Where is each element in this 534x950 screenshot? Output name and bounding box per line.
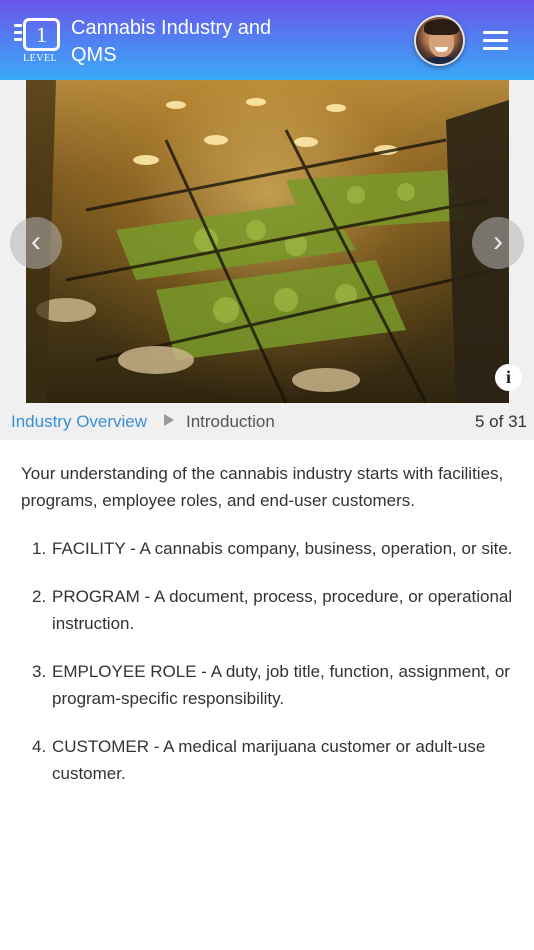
page-counter: 5 of 31 xyxy=(475,412,527,431)
chevron-left-icon[interactable]: ‹ xyxy=(10,217,62,269)
breadcrumb-current: Introduction xyxy=(186,412,275,431)
info-icon[interactable]: i xyxy=(495,364,522,391)
list-item: 1. FACILITY - A cannabis company, busine… xyxy=(21,535,516,562)
list-item-text: FACILITY - A cannabis company, business,… xyxy=(52,539,513,558)
user-avatar[interactable] xyxy=(414,15,465,66)
breadcrumb: Industry Overview Introduction 5 of 31 xyxy=(0,403,534,440)
list-item-number: 2. xyxy=(32,587,47,606)
list-item-number: 3. xyxy=(32,662,47,681)
list-item-text: EMPLOYEE ROLE - A duty, job title, funct… xyxy=(52,662,510,708)
logo-level-number: 1 xyxy=(23,18,60,51)
chevron-right-icon[interactable]: › xyxy=(472,217,524,269)
list-item: 3. EMPLOYEE ROLE - A duty, job title, fu… xyxy=(21,658,516,712)
level-logo[interactable]: 1 LEVEL xyxy=(14,16,64,66)
breadcrumb-section-link[interactable]: Industry Overview xyxy=(11,412,147,432)
hamburger-menu-icon[interactable] xyxy=(483,31,508,51)
grow-room-photo xyxy=(26,80,509,403)
logo-caption: LEVEL xyxy=(23,53,58,64)
logo-speed-lines xyxy=(14,24,22,45)
list-item-number: 4. xyxy=(32,737,47,756)
list-item-text: PROGRAM - A document, process, procedure… xyxy=(52,587,513,633)
app-header: 1 LEVEL Cannabis Industry and QMS xyxy=(0,0,534,80)
lesson-content: Your understanding of the cannabis indus… xyxy=(21,460,516,808)
image-carousel: ‹ › i xyxy=(0,80,534,403)
list-item-number: 1. xyxy=(32,539,47,558)
list-item: 4. CUSTOMER - A medical marijuana custom… xyxy=(21,733,516,787)
page-title: Cannabis Industry and QMS xyxy=(71,17,272,66)
intro-paragraph: Your understanding of the cannabis indus… xyxy=(21,464,504,510)
list-item: 2. PROGRAM - A document, process, proced… xyxy=(21,583,516,637)
list-item-text: CUSTOMER - A medical marijuana customer … xyxy=(52,737,486,783)
definition-list: 1. FACILITY - A cannabis company, busine… xyxy=(21,535,516,787)
breadcrumb-separator-icon xyxy=(164,414,174,426)
